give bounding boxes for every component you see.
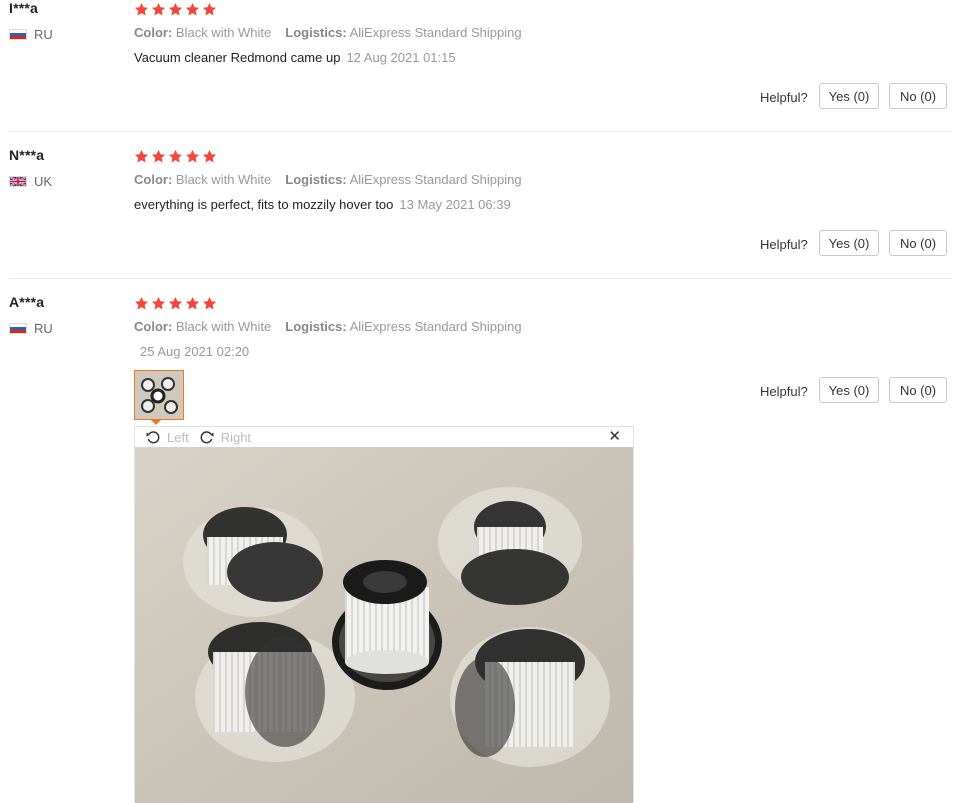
review-date: 25 Aug 2021 02:20 [140, 344, 250, 359]
star-icon [134, 149, 149, 164]
star-icon [134, 296, 149, 311]
review-photo [135, 447, 633, 803]
helpful-yes-button[interactable]: Yes (0) [819, 230, 879, 256]
star-icon [151, 296, 166, 311]
helpful-yes-button[interactable]: Yes (0) [819, 377, 879, 403]
helpful-no-button[interactable]: No (0) [889, 83, 947, 109]
reviewer-country: UK [9, 173, 52, 189]
photo-viewer: Left Right ✕ [134, 426, 634, 803]
review-divider [9, 278, 952, 279]
logistics-label: Logistics: [285, 319, 347, 334]
star-icon [168, 149, 183, 164]
review-date: 12 Aug 2021 01:15 [346, 50, 456, 65]
rotate-left-icon [146, 431, 160, 444]
flag-ru-icon [9, 28, 27, 40]
review-text: Vacuum cleaner Redmond came up [134, 50, 341, 65]
star-icon [185, 2, 200, 17]
review-photo-thumbnail[interactable] [134, 370, 184, 420]
review-text: everything is perfect, fits to mozzily h… [134, 197, 394, 212]
thumbnail-pointer [150, 419, 162, 425]
close-icon[interactable]: ✕ [608, 429, 621, 445]
review-attributes: Color: Black with White Logistics: AliExp… [134, 25, 522, 40]
color-value: Black with White [175, 172, 272, 187]
color-label: Color: [134, 25, 173, 40]
reviewer-name: A***a [9, 294, 45, 310]
star-icon [168, 2, 183, 17]
rotate-right-icon [200, 431, 214, 444]
reviewer-country: RU [9, 26, 53, 42]
star-icon [134, 2, 149, 17]
helpful-no-button[interactable]: No (0) [889, 377, 947, 403]
review-content: everything is perfect, fits to mozzily h… [134, 197, 511, 212]
helpful-no-button[interactable]: No (0) [889, 230, 947, 256]
star-icon [151, 2, 166, 17]
helpful-label: Helpful? [760, 384, 808, 399]
logistics-value: AliExpress Standard Shipping [349, 319, 522, 334]
color-value: Black with White [175, 25, 272, 40]
reviewer-country: RU [9, 320, 53, 336]
flag-ru-icon [9, 322, 27, 334]
helpful-label: Helpful? [760, 90, 808, 105]
color-label: Color: [134, 319, 173, 334]
star-icon [202, 2, 217, 17]
helpful-label: Helpful? [760, 237, 808, 252]
star-icon [151, 149, 166, 164]
reviewer-name: N***a [9, 147, 45, 163]
logistics-value: AliExpress Standard Shipping [349, 172, 522, 187]
rating-stars [134, 2, 217, 18]
rating-stars [134, 149, 217, 165]
star-icon [202, 296, 217, 311]
star-icon [202, 149, 217, 164]
rating-stars [134, 296, 217, 312]
country-code: RU [34, 26, 53, 42]
logistics-value: AliExpress Standard Shipping [349, 25, 522, 40]
rotate-left-button[interactable]: Left [145, 429, 189, 445]
color-value: Black with White [175, 319, 272, 334]
flag-uk-icon [9, 175, 27, 187]
logistics-label: Logistics: [285, 25, 347, 40]
star-icon [185, 149, 200, 164]
color-label: Color: [134, 172, 173, 187]
photo-viewer-toolbar: Left Right ✕ [135, 427, 633, 447]
review-attributes: Color: Black with White Logistics: AliExp… [134, 319, 522, 334]
review-content: 25 Aug 2021 02:20 [134, 344, 249, 359]
rotate-right-label: Right [220, 429, 252, 445]
country-code: RU [34, 320, 53, 336]
star-icon [185, 296, 200, 311]
rotate-right-button[interactable]: Right [199, 429, 251, 445]
reviewer-name: I***a [9, 0, 39, 16]
helpful-yes-button[interactable]: Yes (0) [819, 83, 879, 109]
star-icon [168, 296, 183, 311]
logistics-label: Logistics: [285, 172, 347, 187]
country-code: UK [34, 173, 53, 189]
review-content: Vacuum cleaner Redmond came up 12 Aug 202… [134, 50, 456, 65]
review-divider [9, 131, 952, 132]
rotate-left-label: Left [167, 429, 189, 445]
review-date: 13 May 2021 06:39 [399, 197, 511, 212]
review-attributes: Color: Black with White Logistics: AliExp… [134, 172, 522, 187]
